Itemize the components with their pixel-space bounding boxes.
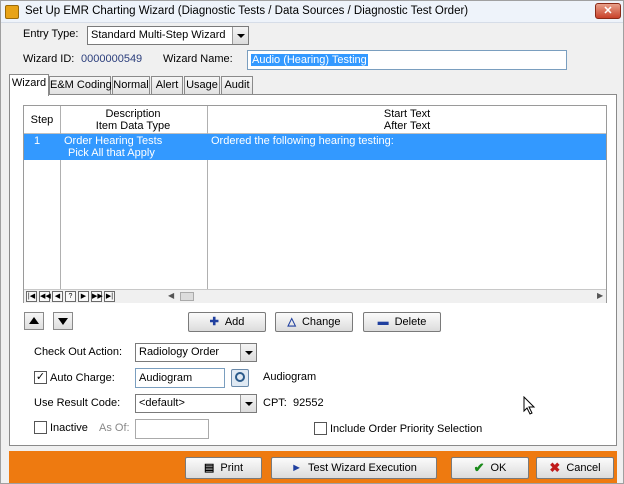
wizard-steps-grid[interactable]: Step Description Item Data Type Start Te… bbox=[23, 105, 607, 303]
order-priority-label: Include Order Priority Selection bbox=[330, 423, 483, 435]
inactive-checkbox[interactable] bbox=[34, 421, 47, 434]
checkout-action-label: Check Out Action: bbox=[34, 346, 123, 358]
tab-wizard[interactable]: Wizard bbox=[9, 74, 49, 96]
check-icon: ✔ bbox=[473, 460, 485, 476]
auto-charge-description: Audiogram bbox=[263, 371, 317, 383]
grid-navigator: |◀ ◀◀ ◀ ? ▶ ▶▶ ▶| ◀ ▶ bbox=[24, 289, 606, 303]
chevron-down-icon[interactable] bbox=[240, 395, 256, 412]
app-icon bbox=[5, 5, 19, 19]
wizard-name-input[interactable]: Audio (Hearing) Testing bbox=[247, 50, 567, 70]
close-button[interactable]: ✕ bbox=[595, 3, 621, 19]
play-icon: ► bbox=[291, 462, 303, 475]
header-after-text: After Text bbox=[383, 120, 431, 132]
add-button[interactable]: ✚ Add bbox=[188, 312, 266, 332]
cpt-value: 92552 bbox=[293, 397, 324, 409]
result-code-select[interactable]: <default> bbox=[135, 394, 257, 413]
plus-icon: ✚ bbox=[209, 316, 219, 329]
inactive-label: Inactive bbox=[50, 422, 88, 434]
entry-type-select[interactable]: Standard Multi-Step Wizard bbox=[87, 26, 249, 45]
row-item-data-type: Pick All that Apply bbox=[68, 147, 155, 159]
last-record-icon[interactable]: ▶| bbox=[104, 291, 115, 302]
lookup-icon[interactable] bbox=[231, 369, 249, 387]
first-record-icon[interactable]: |◀ bbox=[26, 291, 37, 302]
row-start-text: Ordered the following hearing testing: bbox=[211, 135, 394, 147]
ok-button[interactable]: ✔ OK bbox=[451, 457, 529, 479]
tab-usage[interactable]: Usage bbox=[184, 76, 220, 94]
chevron-down-icon[interactable] bbox=[240, 344, 256, 361]
minus-icon: ▬ bbox=[377, 316, 389, 329]
result-code-value: <default> bbox=[139, 397, 185, 409]
arrow-up-icon bbox=[29, 317, 39, 324]
wizard-id-value: 0000000549 bbox=[81, 53, 143, 65]
cancel-button[interactable]: ✖ Cancel bbox=[536, 457, 614, 479]
next-record-icon[interactable]: ▶ bbox=[78, 291, 89, 302]
mouse-cursor-icon bbox=[523, 396, 536, 415]
auto-charge-value: Audiogram bbox=[139, 372, 193, 384]
header-item-data-type: Item Data Type bbox=[95, 120, 171, 132]
tab-em-coding[interactable]: E&M Coding bbox=[49, 76, 112, 94]
scroll-left-icon[interactable]: ◀ bbox=[168, 291, 174, 300]
change-button[interactable]: △ Change bbox=[275, 312, 353, 332]
auto-charge-label: Auto Charge: bbox=[50, 372, 115, 384]
horizontal-scrollbar-thumb[interactable] bbox=[180, 292, 194, 301]
tab-alert[interactable]: Alert bbox=[151, 76, 183, 94]
window-title: Set Up EMR Charting Wizard (Diagnostic T… bbox=[25, 5, 469, 17]
header-step: Step bbox=[30, 114, 54, 126]
table-row[interactable]: 1 Order Hearing Tests Pick All that Appl… bbox=[24, 134, 606, 160]
header-start-text: Start Text bbox=[383, 108, 431, 120]
wizard-setup-window: Set Up EMR Charting Wizard (Diagnostic T… bbox=[0, 0, 624, 484]
row-description: Order Hearing Tests bbox=[64, 135, 163, 147]
header-description: Description bbox=[105, 108, 161, 120]
tab-normal[interactable]: Normal bbox=[112, 76, 150, 94]
wizard-id-label: Wizard ID: bbox=[23, 53, 75, 65]
close-icon: ✖ bbox=[549, 460, 561, 476]
auto-charge-input[interactable]: Audiogram bbox=[135, 368, 225, 388]
checkout-action-select[interactable]: Radiology Order bbox=[135, 343, 257, 362]
wizard-name-label: Wizard Name: bbox=[163, 53, 233, 65]
as-of-label: As Of: bbox=[99, 422, 130, 434]
move-down-button[interactable] bbox=[53, 312, 73, 330]
help-icon[interactable]: ? bbox=[65, 291, 76, 302]
print-button[interactable]: ▤ Print bbox=[185, 457, 262, 479]
order-priority-checkbox[interactable] bbox=[314, 422, 327, 435]
wizard-name-value: Audio (Hearing) Testing bbox=[251, 54, 368, 66]
test-wizard-button[interactable]: ► Test Wizard Execution bbox=[271, 457, 437, 479]
prev-page-icon[interactable]: ◀◀ bbox=[39, 291, 51, 302]
row-step: 1 bbox=[34, 135, 41, 147]
delete-button[interactable]: ▬ Delete bbox=[363, 312, 441, 332]
printer-icon: ▤ bbox=[203, 462, 215, 475]
next-page-icon[interactable]: ▶▶ bbox=[91, 291, 103, 302]
as-of-date-input[interactable] bbox=[135, 419, 209, 439]
prev-record-icon[interactable]: ◀ bbox=[52, 291, 63, 302]
auto-charge-checkbox[interactable]: ✓ bbox=[34, 371, 47, 384]
arrow-down-icon bbox=[58, 318, 68, 325]
tab-audit[interactable]: Audit bbox=[221, 76, 253, 94]
entry-type-value: Standard Multi-Step Wizard bbox=[91, 29, 226, 41]
chevron-down-icon[interactable] bbox=[232, 27, 248, 44]
cpt-label: CPT: bbox=[263, 397, 287, 409]
footer-bar: ▤ Print ► Test Wizard Execution ✔ OK ✖ Cance… bbox=[9, 451, 617, 483]
triangle-icon: △ bbox=[287, 316, 296, 329]
grid-header: Step Description Item Data Type Start Te… bbox=[24, 106, 606, 134]
move-up-button[interactable] bbox=[24, 312, 44, 330]
checkout-action-value: Radiology Order bbox=[139, 346, 220, 358]
result-code-label: Use Result Code: bbox=[34, 397, 121, 409]
scroll-right-icon[interactable]: ▶ bbox=[597, 291, 603, 300]
title-bar: Set Up EMR Charting Wizard (Diagnostic T… bbox=[1, 1, 623, 23]
entry-type-label: Entry Type: bbox=[23, 28, 79, 40]
